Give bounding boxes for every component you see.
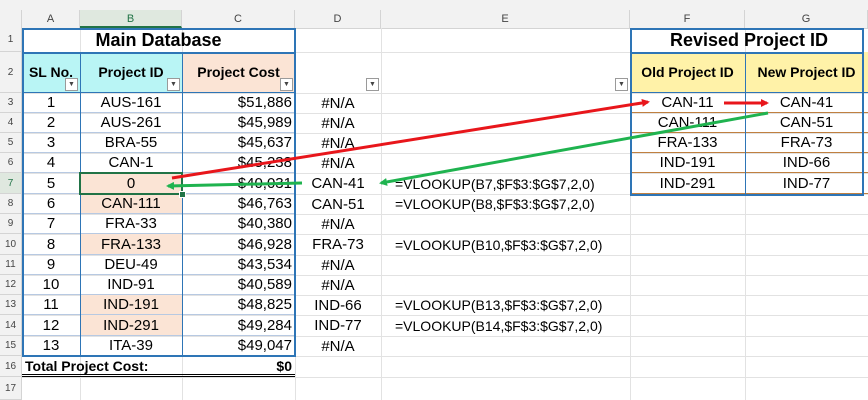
row-header-16[interactable]: 16 — [0, 356, 22, 377]
spreadsheet[interactable]: ABCDEFG 1 2 3 4 5 6 7 8 9 10 11 12 13 14 15 16 17 Main D… — [0, 0, 868, 400]
title-separator — [22, 52, 295, 54]
select-all-corner[interactable] — [0, 10, 22, 28]
column-header-e[interactable]: E — [381, 10, 630, 28]
fill-handle[interactable] — [179, 191, 186, 198]
lookup-result-cell[interactable]: #N/A — [295, 153, 381, 173]
table-inner-border — [80, 52, 81, 356]
row-header-5[interactable]: 5 — [0, 133, 22, 153]
active-cell-selection[interactable] — [79, 172, 183, 195]
column-header-b[interactable]: B — [80, 10, 182, 28]
lookup-result-cell[interactable]: #N/A — [295, 214, 381, 234]
row-header-6[interactable]: 6 — [0, 153, 22, 173]
lookup-result-cell[interactable]: CAN-51 — [295, 194, 381, 214]
revised-title-separator — [630, 52, 864, 54]
lookup-result-cell[interactable]: #N/A — [295, 133, 381, 153]
table-inner-border — [182, 52, 183, 356]
row-header-15[interactable]: 15 — [0, 336, 22, 356]
lookup-result-cell[interactable]: #N/A — [295, 255, 381, 275]
lookup-result-cell[interactable]: #N/A — [295, 93, 381, 113]
column-header-c[interactable]: C — [182, 10, 295, 28]
total-project-cost-label: Total Project Cost: — [22, 356, 182, 377]
row-header-10[interactable]: 10 — [0, 234, 22, 255]
vlookup-formula-text[interactable]: =VLOOKUP(B7,$F$3:$G$7,2,0) — [381, 173, 630, 194]
row-header-3[interactable]: 3 — [0, 93, 22, 113]
row-header-9[interactable]: 9 — [0, 214, 22, 234]
row-header-8[interactable]: 8 — [0, 194, 22, 214]
revised-inner-border — [745, 52, 746, 194]
lookup-result-cell[interactable]: IND-66 — [295, 295, 381, 315]
vlookup-formula-text[interactable]: =VLOOKUP(B8,$F$3:$G$7,2,0) — [381, 194, 630, 214]
lookup-result-cell[interactable]: FRA-73 — [295, 234, 381, 255]
column-d-filter-dropdown-icon[interactable]: ▼ — [366, 78, 379, 91]
row-header-2[interactable]: 2 — [0, 52, 22, 93]
vlookup-formula-text[interactable]: =VLOOKUP(B10,$F$3:$G$7,2,0) — [381, 234, 630, 255]
column-header-a[interactable]: A — [22, 10, 80, 28]
vlookup-formula-text[interactable]: =VLOOKUP(B13,$F$3:$G$7,2,0) — [381, 295, 630, 315]
lookup-result-cell[interactable]: #N/A — [295, 113, 381, 133]
column-header-f[interactable]: F — [630, 10, 745, 28]
row-header-4[interactable]: 4 — [0, 113, 22, 133]
total-project-cost-value[interactable]: $0 — [182, 356, 295, 377]
lookup-result-cell[interactable]: #N/A — [295, 336, 381, 356]
lookup-result-cell[interactable]: IND-77 — [295, 315, 381, 336]
row-header-13[interactable]: 13 — [0, 295, 22, 315]
row-header-11[interactable]: 11 — [0, 255, 22, 275]
lookup-result-cell[interactable]: CAN-41 — [295, 173, 381, 194]
row-header-7[interactable]: 7 — [0, 173, 22, 194]
column-header-g[interactable]: G — [745, 10, 868, 28]
row-header-17[interactable]: 17 — [0, 377, 22, 400]
row-header-14[interactable]: 14 — [0, 315, 22, 336]
lookup-result-cell[interactable]: #N/A — [295, 275, 381, 295]
row-header-1[interactable]: 1 — [0, 28, 22, 52]
row-header-12[interactable]: 12 — [0, 275, 22, 295]
column-header-d[interactable]: D — [295, 10, 381, 28]
column-e-filter-dropdown-icon[interactable]: ▼ — [615, 78, 628, 91]
vlookup-formula-text[interactable]: =VLOOKUP(B14,$F$3:$G$7,2,0) — [381, 315, 630, 336]
